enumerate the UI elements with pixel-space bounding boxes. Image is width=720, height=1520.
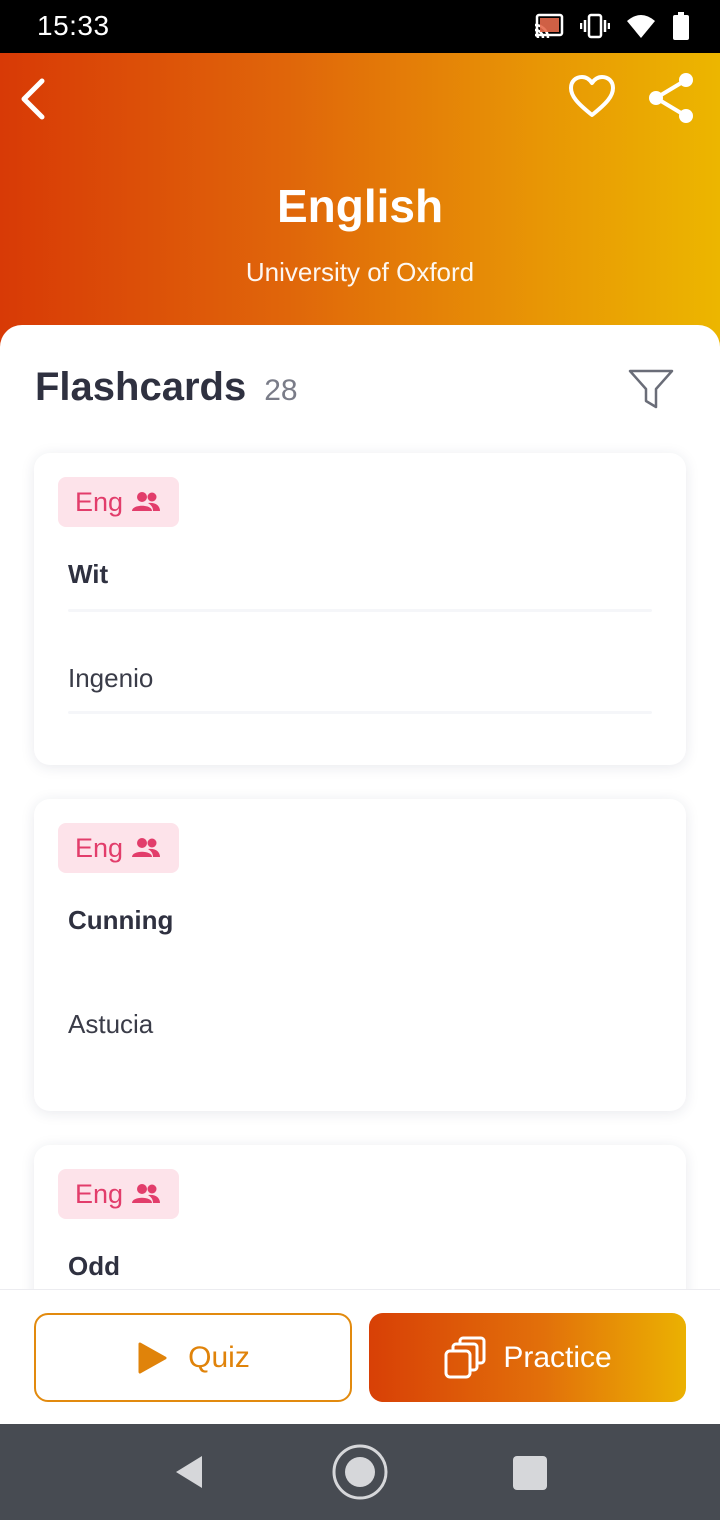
course-subtitle: University of Oxford xyxy=(245,257,475,287)
vibrate-icon xyxy=(580,13,610,39)
practice-button[interactable]: Practice xyxy=(369,1313,686,1402)
flashcard-term: Wit xyxy=(68,559,109,589)
nav-home-button[interactable] xyxy=(330,1442,390,1502)
heart-icon xyxy=(569,75,615,117)
share-button[interactable] xyxy=(644,71,698,125)
filter-button[interactable] xyxy=(626,365,676,413)
nav-recent-icon[interactable] xyxy=(513,1456,547,1490)
course-title: English xyxy=(276,180,444,232)
status-bar: 15:33 xyxy=(0,0,720,53)
status-icons xyxy=(534,12,690,40)
flashcard[interactable]: Eng Odd xyxy=(34,1145,686,1290)
divider xyxy=(68,711,652,714)
group-icon xyxy=(132,1184,161,1203)
nav-home-icon xyxy=(332,1444,388,1500)
quiz-label: Quiz xyxy=(188,1340,250,1374)
action-bar: Quiz Practice xyxy=(0,1289,720,1424)
flashcard[interactable]: Eng Wit Ingenio xyxy=(34,453,686,765)
play-icon xyxy=(138,1342,167,1373)
back-button[interactable] xyxy=(14,75,54,123)
status-time: 15:33 xyxy=(37,10,110,41)
language-badge: Eng xyxy=(58,477,179,527)
flashcards-header: Flashcards 28 xyxy=(35,365,298,410)
cast-icon xyxy=(534,13,564,39)
flashcard-term: Odd xyxy=(68,1251,120,1281)
badge-label: Eng xyxy=(75,486,124,517)
favorite-button[interactable] xyxy=(567,73,617,123)
language-badge: Eng xyxy=(58,1169,179,1219)
chevron-left-icon xyxy=(21,78,45,120)
share-icon xyxy=(649,73,693,123)
flashcard-definition: Ingenio xyxy=(68,663,154,693)
cards-stack-icon xyxy=(444,1336,486,1378)
flashcard-definition: Astucia xyxy=(68,1009,154,1039)
flashcards-panel: Flashcards 28 Eng Wit Ingenio Eng Cunnin… xyxy=(0,325,720,1290)
language-badge: Eng xyxy=(58,823,179,873)
group-icon xyxy=(132,492,161,511)
section-title: Flashcards xyxy=(35,365,247,409)
group-icon xyxy=(132,838,161,857)
course-header: English University of Oxford xyxy=(0,53,720,353)
flashcards-count: 28 xyxy=(264,374,298,407)
quiz-button[interactable]: Quiz xyxy=(34,1313,352,1402)
flashcard-term: Cunning xyxy=(68,905,174,935)
battery-icon xyxy=(673,12,689,40)
divider xyxy=(68,609,652,612)
badge-label: Eng xyxy=(75,832,124,863)
practice-label: Practice xyxy=(503,1340,612,1374)
wifi-icon xyxy=(627,15,655,38)
filter-icon xyxy=(628,369,674,409)
badge-label: Eng xyxy=(75,1178,124,1209)
nav-back-button[interactable] xyxy=(170,1452,210,1492)
nav-back-icon xyxy=(176,1456,202,1488)
flashcard[interactable]: Eng Cunning Astucia xyxy=(34,799,686,1111)
system-nav-bar xyxy=(0,1424,720,1520)
